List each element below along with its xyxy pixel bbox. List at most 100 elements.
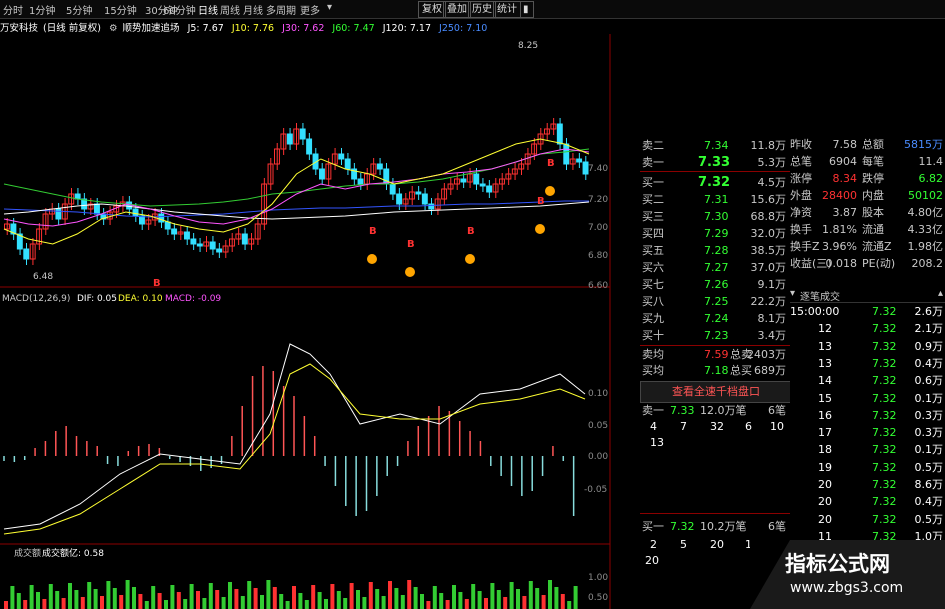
volume-bar: [125, 580, 130, 609]
volume-bar: [375, 589, 380, 609]
price-axis-label: 6.60: [588, 281, 608, 291]
tab-daily[interactable]: 日线: [198, 2, 218, 17]
tab-monthly[interactable]: 月线: [243, 2, 263, 17]
tick-row: 15 7.32 0.1万: [818, 391, 943, 405]
volume-bar: [292, 586, 296, 609]
candle-body: [286, 133, 293, 145]
volume-bar: [445, 600, 450, 609]
statistics-button[interactable]: 统计: [493, 1, 521, 18]
volume-bar: [324, 599, 328, 609]
ma30-value: J30: 7.62: [282, 23, 325, 34]
volume-bar: [4, 601, 8, 609]
volume-bar: [144, 601, 149, 609]
watermark-url: www.zbgs3.com: [790, 580, 904, 596]
b-signal-label: B: [153, 278, 161, 289]
tick-row: 13 7.32 0.9万: [818, 339, 943, 353]
volume-bar: [151, 586, 156, 609]
full-orderbook-button[interactable]: 查看全速千档盘口: [640, 381, 792, 403]
tick-row: 15:00:00 7.32 2.6万: [790, 305, 943, 318]
volume-bar: [496, 590, 501, 609]
quote-stat-row: 换手 1.81% 流通 4.33亿: [790, 223, 943, 236]
price-axis-top: 8.25: [518, 41, 538, 51]
sell1-detail-row: 卖一 7.33 12.0万笔 6笔: [642, 404, 786, 417]
tick-row: 18 7.32 0.1万: [818, 443, 943, 457]
candle-body: [132, 208, 139, 217]
expand-icon[interactable]: ▴: [938, 288, 943, 299]
volume-bar: [93, 589, 98, 609]
tab-1min[interactable]: 1分钟: [29, 2, 55, 17]
candle-body: [158, 213, 165, 223]
buy-level-row: 买二 7.31 15.6万: [642, 193, 786, 206]
candle-body: [319, 168, 325, 180]
candle-body: [421, 193, 428, 205]
volume-bar: [439, 593, 444, 609]
volume-axis-label: 1.00: [588, 573, 608, 583]
candle-body: [396, 193, 403, 205]
tab-multi-period[interactable]: 多周期: [266, 2, 296, 17]
volume-bar: [279, 594, 284, 609]
candle-body: [486, 185, 493, 193]
volume-bar: [266, 580, 271, 609]
buy-signal-icon: [535, 224, 545, 234]
overlay-button[interactable]: 叠加: [443, 1, 471, 18]
volume-bar: [74, 590, 79, 609]
volume-bar: [80, 597, 85, 609]
volume-bar: [176, 592, 181, 609]
quote-stat-row: 昨收 7.58 总额 5815万: [790, 138, 943, 151]
volume-bar: [503, 597, 508, 609]
buy-signal-icon: [367, 254, 377, 264]
tab-more[interactable]: 更多: [300, 2, 320, 17]
macd-axis-label: -0.05: [584, 485, 607, 495]
volume-bar: [215, 590, 220, 609]
lock-icon[interactable]: ▮: [520, 1, 534, 18]
volume-bar: [240, 596, 245, 609]
volume-bar: [484, 598, 488, 609]
volume-bar: [394, 588, 399, 609]
tab-5min[interactable]: 5分钟: [66, 2, 92, 17]
kline-chart-area[interactable]: B B B B B 8.25 7.40 7.20 7.00 6.80 6.60 6.48…: [0, 34, 612, 609]
ma120-line: [3, 201, 590, 220]
volume-bar: [48, 584, 53, 609]
restore-rights-button[interactable]: 复权: [418, 1, 446, 18]
history-button[interactable]: 历史: [468, 1, 496, 18]
divider: [640, 513, 790, 514]
candle-body: [196, 243, 203, 247]
candle-body: [184, 231, 190, 240]
tab-60min[interactable]: 60分钟: [163, 2, 196, 17]
volume-bar: [336, 591, 341, 609]
tab-15min[interactable]: 15分钟: [104, 2, 137, 17]
volume-bar: [477, 591, 482, 609]
gear-icon[interactable]: ⚙: [109, 23, 118, 34]
volume-bar: [413, 587, 418, 609]
volume-bar: [87, 582, 92, 609]
tab-weekly[interactable]: 周线: [220, 2, 240, 17]
volume-bar: [522, 596, 527, 609]
chevron-down-icon[interactable]: ▾: [790, 288, 795, 299]
buy-level-row: 买四 7.29 32.0万: [642, 227, 786, 240]
volume-bar: [541, 595, 546, 609]
volume-bar: [343, 598, 348, 609]
volume-bar: [381, 596, 386, 609]
macd-dif: DIF: 0.05: [77, 294, 117, 304]
buy-level-row: 买三 7.30 68.8万: [642, 210, 786, 223]
site-watermark: 指标公式网 www.zbgs3.com: [750, 540, 945, 609]
volume-bar: [55, 591, 60, 609]
chevron-down-icon[interactable]: ▾: [327, 2, 332, 13]
volume-bar: [388, 581, 392, 609]
volume-bar: [400, 595, 405, 609]
volume-bar: [330, 584, 335, 609]
volume-bar: [407, 580, 412, 609]
macd-value: MACD: -0.09: [165, 294, 221, 304]
candle-body: [23, 248, 30, 260]
quote-stat-row: 涨停 8.34 跌停 6.82: [790, 172, 943, 185]
tab-intraday[interactable]: 分时: [3, 2, 23, 17]
candle-body: [556, 123, 563, 145]
price-axis-label: 6.80: [588, 251, 608, 261]
b-signal: B: [369, 226, 377, 237]
macd-axis-label: 0.10: [588, 389, 608, 399]
buy-level-row: 买七 7.26 9.1万: [642, 278, 786, 291]
watermark-title: 指标公式网: [785, 552, 890, 576]
candle-body: [164, 221, 171, 230]
volume-bar: [208, 583, 213, 609]
tick-row: 20 7.32 0.5万: [818, 512, 943, 526]
